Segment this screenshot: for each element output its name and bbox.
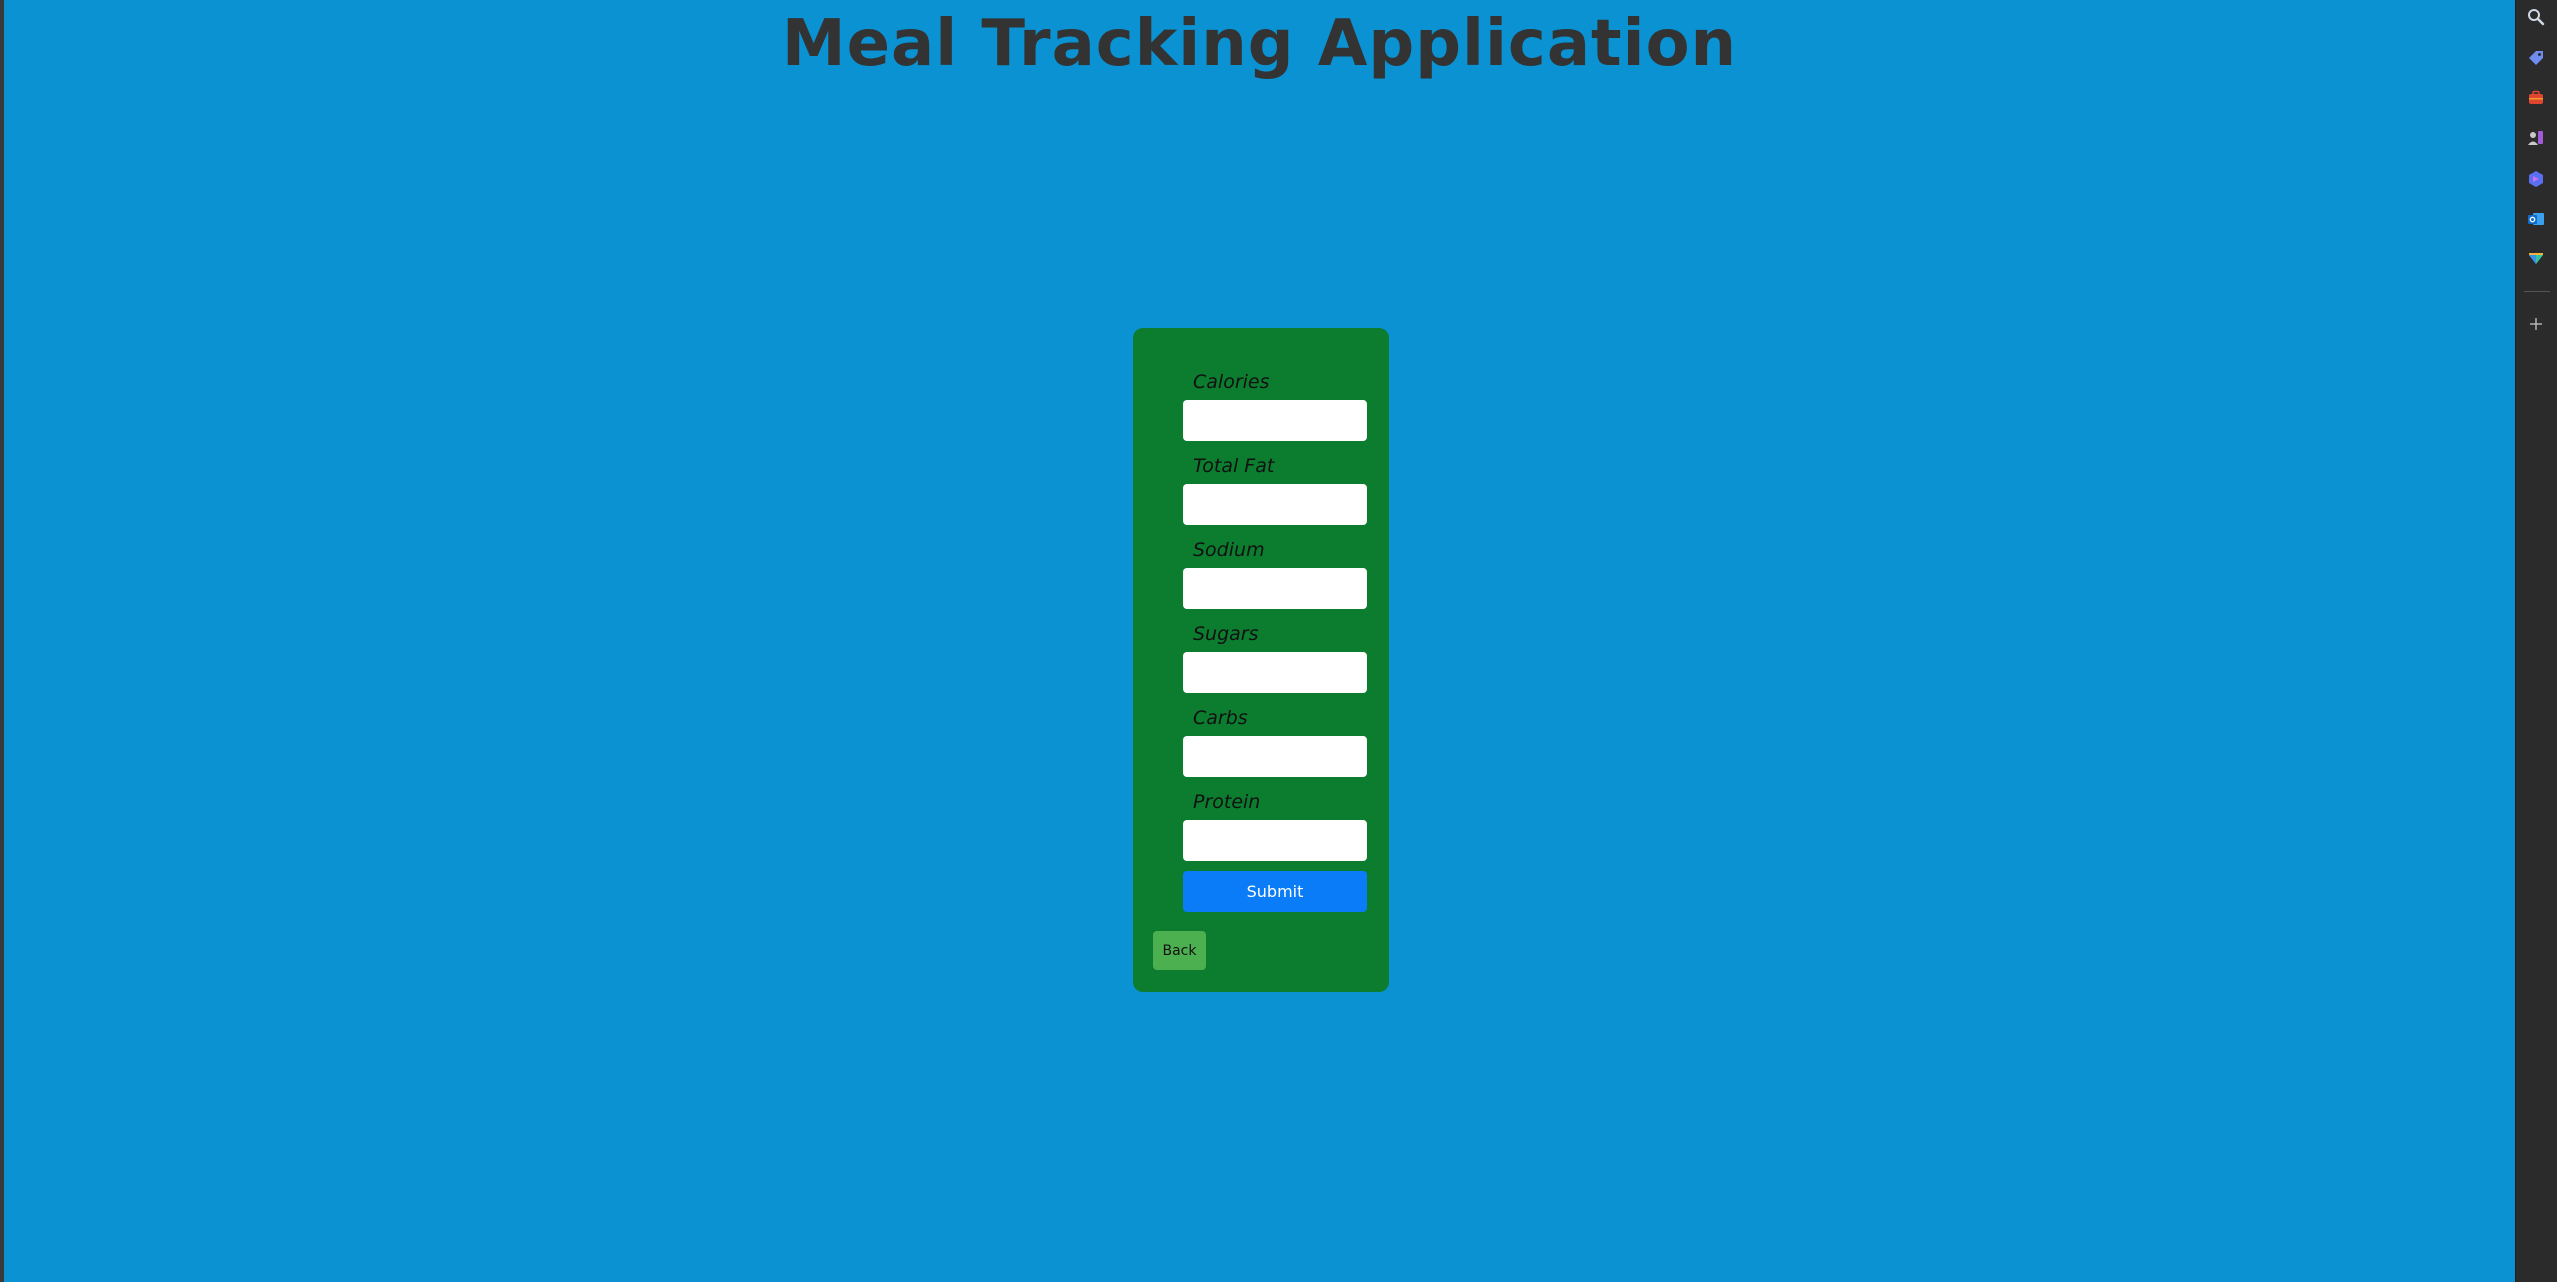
tag-icon[interactable] — [2525, 47, 2547, 69]
meal-form-card: Calories Total Fat Sodium Sugars Carbs P… — [1133, 328, 1389, 992]
add-icon[interactable] — [2525, 313, 2547, 335]
sugars-label: Sugars — [1193, 623, 1259, 645]
protein-label: Protein — [1193, 791, 1261, 813]
calories-label: Calories — [1193, 371, 1270, 393]
search-icon[interactable] — [2525, 6, 2547, 28]
carbs-label: Carbs — [1193, 707, 1248, 729]
back-button[interactable]: Back — [1153, 931, 1206, 970]
outlook-icon[interactable] — [2525, 208, 2547, 230]
briefcase-icon[interactable] — [2525, 87, 2547, 109]
copilot-icon[interactable] — [2525, 168, 2547, 190]
people-icon[interactable] — [2525, 127, 2547, 149]
calories-input[interactable] — [1183, 400, 1367, 441]
page-title: Meal Tracking Application — [781, 7, 1738, 81]
sodium-label: Sodium — [1193, 539, 1265, 561]
total-fat-input[interactable] — [1183, 484, 1367, 525]
sidebar-divider — [2524, 291, 2550, 292]
submit-button[interactable]: Submit — [1183, 871, 1367, 912]
total-fat-label: Total Fat — [1193, 455, 1275, 477]
sugars-input[interactable] — [1183, 652, 1367, 693]
drop-icon[interactable] — [2525, 248, 2547, 270]
browser-sidebar — [2515, 0, 2557, 1282]
page-background: Meal Tracking Application Calories Total… — [4, 0, 2515, 1282]
carbs-input[interactable] — [1183, 736, 1367, 777]
sodium-input[interactable] — [1183, 568, 1367, 609]
protein-input[interactable] — [1183, 820, 1367, 861]
